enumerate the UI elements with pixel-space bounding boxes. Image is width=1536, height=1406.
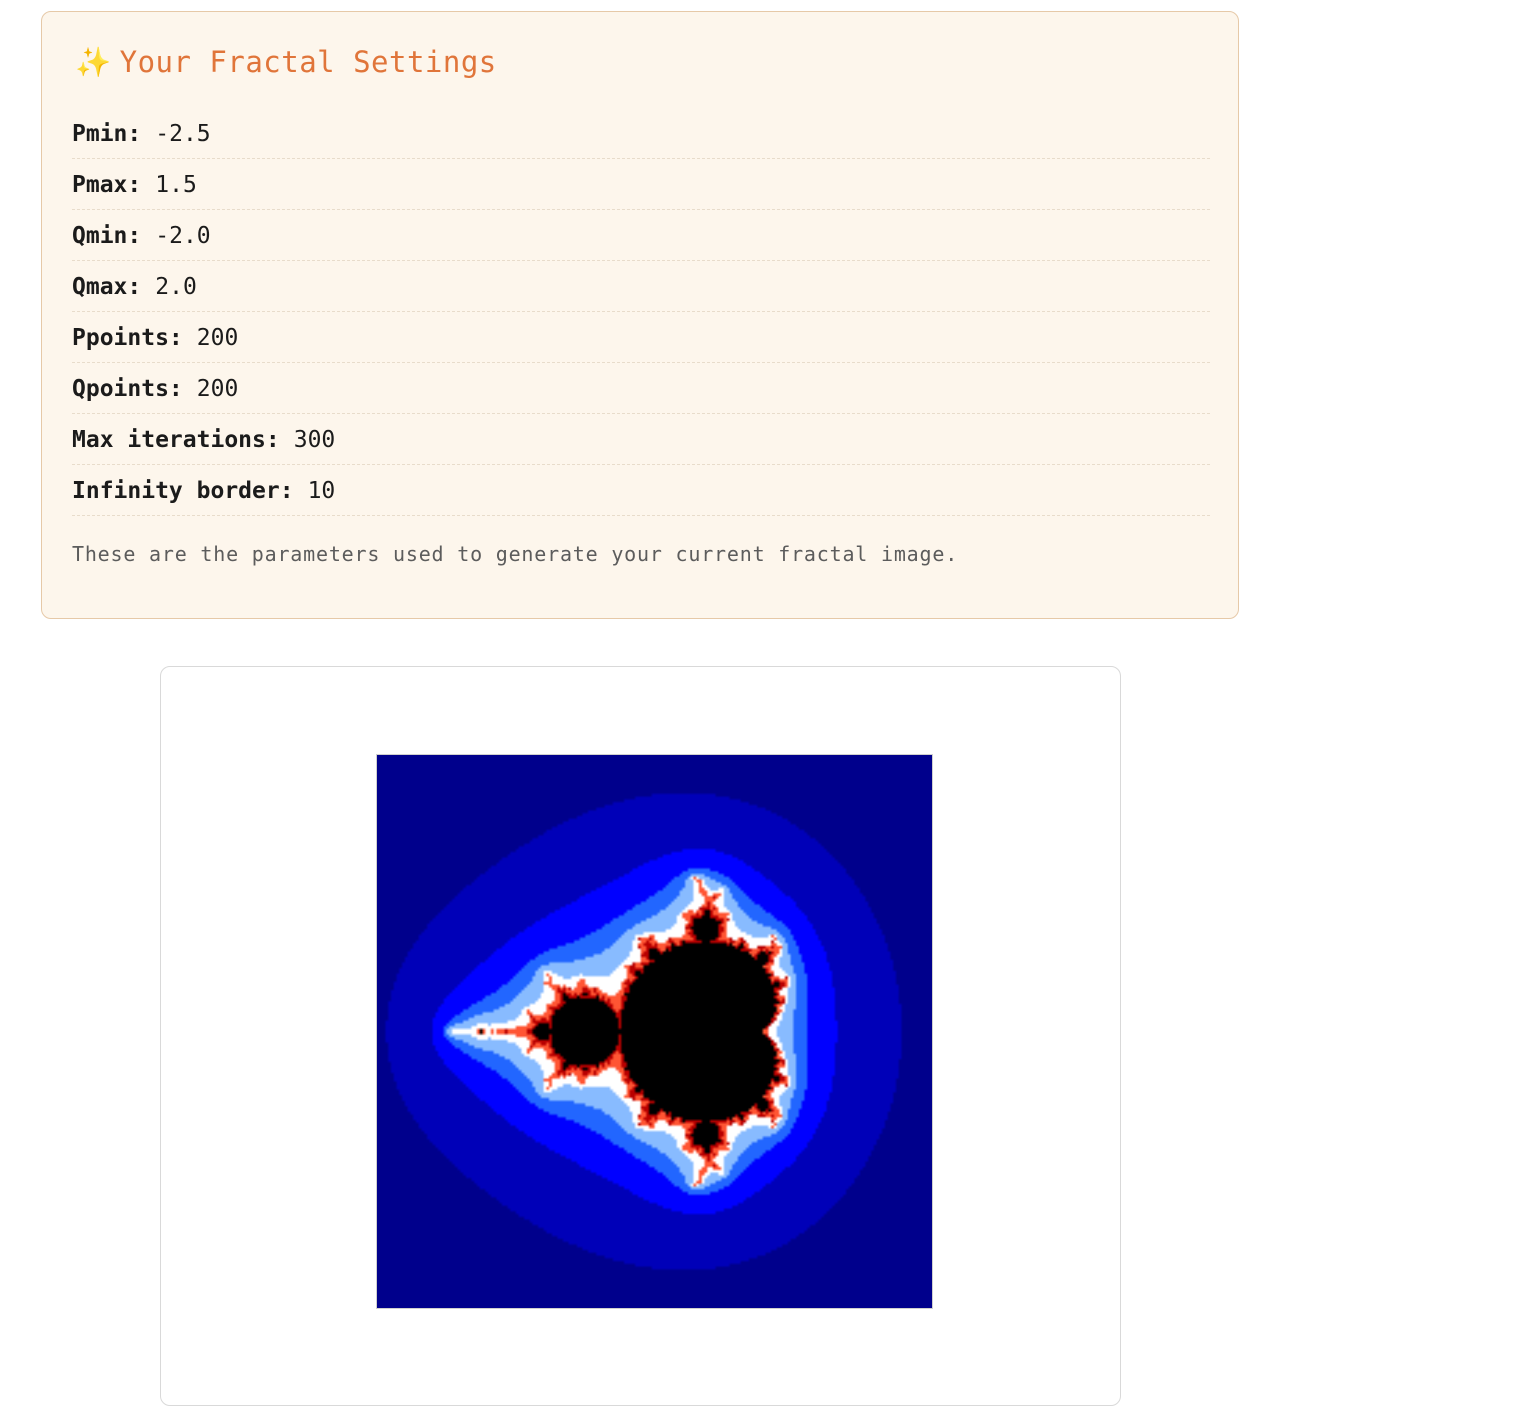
parameters-note: These are the parameters used to generat… [72,542,959,566]
param-row-max-iterations: Max iterations: 300 [72,415,1210,465]
param-row-qmax: Qmax: 2.0 [72,262,1210,312]
param-value: 2.0 [155,273,197,300]
param-row-infinity-border: Infinity border: 10 [72,466,1210,516]
param-label: Qmax: [72,273,142,300]
param-value: 300 [293,426,336,453]
panel-title-text: Your Fractal Settings [119,45,497,79]
param-value: 10 [307,477,336,504]
param-label: Ppoints: [72,324,183,351]
param-value: -2.5 [155,120,211,147]
param-value: 200 [196,375,239,402]
param-row-qmin: Qmin: -2.0 [72,211,1210,261]
param-row-ppoints: Ppoints: 200 [72,313,1210,363]
sparkle-icon: ✨ [75,45,112,79]
fractal-image [376,754,933,1309]
param-row-pmax: Pmax: 1.5 [72,160,1210,210]
fractal-settings-panel: ✨ Your Fractal Settings Pmin: -2.5 Pmax: … [41,11,1239,619]
param-label: Qpoints: [72,375,183,402]
param-row-pmin: Pmin: -2.5 [72,109,1210,159]
param-row-qpoints: Qpoints: 200 [72,364,1210,414]
param-label: Pmax: [72,171,142,198]
panel-title: ✨ Your Fractal Settings [75,45,497,80]
param-value: 200 [196,324,239,351]
param-label: Pmin: [72,120,142,147]
parameter-list: Pmin: -2.5 Pmax: 1.5 Qmin: -2.0 Qmax: 2.… [72,109,1210,516]
param-value: 1.5 [155,171,197,198]
param-value: -2.0 [155,222,211,249]
param-label: Infinity border: [72,477,294,504]
fractal-image-card [160,666,1121,1406]
param-label: Max iterations: [72,426,280,453]
param-label: Qmin: [72,222,142,249]
